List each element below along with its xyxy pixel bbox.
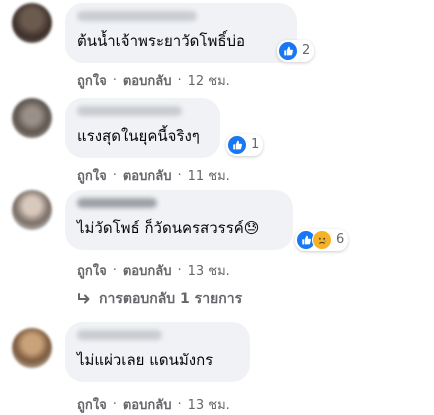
like-link[interactable]: ถูกใจ [77,70,107,91]
comment-actions: ถูกใจ · ตอบกลับ · 13 ชม. [77,394,230,415]
comment-timestamp[interactable]: 13 ชม. [188,260,230,281]
comment-author[interactable] [77,106,182,116]
comment-text: แรงสุดในยุคนี้จริงๆ [77,127,200,145]
avatar[interactable] [12,328,52,368]
separator: · [112,263,117,278]
reaction-count: 2 [302,43,311,58]
separator: · [112,168,117,183]
reply-link[interactable]: ตอบกลับ [123,260,172,281]
separator: · [112,397,117,412]
avatar[interactable] [12,98,52,138]
like-icon [278,41,298,61]
reaction-count: 1 [251,137,260,152]
separator: · [177,73,182,88]
comment-timestamp[interactable]: 12 ชม. [188,70,230,91]
like-link[interactable]: ถูกใจ [77,165,107,186]
comment-text: ไม่วัดโพธ์ ก็วัดนครสวรรค์😓 [77,219,260,237]
comment-author[interactable] [77,11,197,21]
comment-author[interactable] [77,330,162,340]
comment-timestamp[interactable]: 11 ชม. [188,165,230,186]
like-icon [227,135,247,155]
avatar[interactable] [12,190,52,230]
comment-bubble: ไม่วัดโพธ์ ก็วัดนครสวรรค์😓 [65,190,293,250]
comment-text: ไม่แผ่วเลย แดนมังกร [77,351,214,369]
avatar[interactable] [12,3,52,43]
separator: · [177,397,182,412]
reply-link[interactable]: ตอบกลับ [123,165,172,186]
sad-icon [312,230,332,250]
comment-bubble: ไม่แผ่วเลย แดนมังกร [65,322,250,382]
comment-actions: ถูกใจ · ตอบกลับ · 11 ชม. [77,165,230,186]
reaction-summary[interactable]: 6 [295,229,349,251]
separator: · [177,168,182,183]
separator: · [112,73,117,88]
comment-bubble: ต้นน้ำเจ้าพระยาวัดโพธิ์บ่อ [65,3,297,63]
view-replies-link[interactable]: การตอบกลับ 1 รายการ [77,288,242,310]
comment-actions: ถูกใจ · ตอบกลับ · 12 ชม. [77,70,230,91]
comment-actions: ถูกใจ · ตอบกลับ · 13 ชม. [77,260,230,281]
separator: · [177,263,182,278]
comment-author[interactable] [77,198,157,208]
comment-bubble: แรงสุดในยุคนี้จริงๆ [65,98,220,158]
reaction-summary[interactable]: 1 [226,134,264,156]
reply-link[interactable]: ตอบกลับ [123,394,172,415]
comment-timestamp[interactable]: 13 ชม. [188,394,230,415]
reply-arrow-icon [77,293,91,305]
reaction-summary[interactable]: 2 [277,40,315,62]
like-link[interactable]: ถูกใจ [77,260,107,281]
reply-link[interactable]: ตอบกลับ [123,70,172,91]
comment-text: ต้นน้ำเจ้าพระยาวัดโพธิ์บ่อ [77,32,246,50]
like-link[interactable]: ถูกใจ [77,394,107,415]
reaction-count: 6 [336,232,345,247]
view-replies-label: การตอบกลับ 1 รายการ [99,291,243,307]
